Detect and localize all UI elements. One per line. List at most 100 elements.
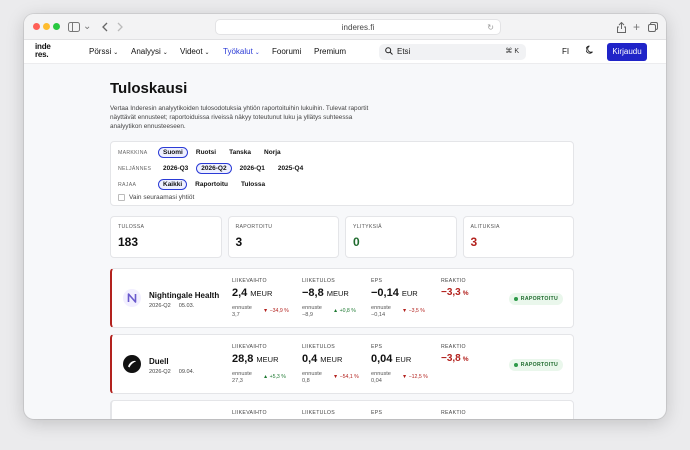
reaction-value: −3,3%: [441, 287, 469, 298]
unit: MEUR: [256, 355, 279, 364]
metric-label: REAKTIO: [441, 344, 466, 350]
filter-label: MARKKINA: [118, 149, 148, 156]
stat-value: 0: [353, 235, 360, 249]
reload-icon[interactable]: ↻: [487, 20, 494, 35]
chip-quarter-2025-q4[interactable]: 2025-Q4: [273, 163, 308, 174]
language-toggle[interactable]: FI: [562, 47, 569, 56]
back-icon[interactable]: [101, 20, 109, 34]
unit: MEUR: [320, 355, 343, 364]
forecast-value: 0,04: [371, 378, 382, 384]
metric-value: 2,4 MEUR: [232, 287, 272, 299]
unit: EUR: [401, 289, 418, 298]
chip-limit-kaikki[interactable]: Kaikki: [158, 179, 188, 190]
company-card-nightingale-health[interactable]: Nightingale Health 2026-Q2 05.03. LIIKEVA…: [110, 268, 574, 328]
forecast-value: 3,7: [232, 312, 240, 318]
company-name[interactable]: Nightingale Health: [149, 291, 219, 300]
browser-window: ⌄ inderes.fi ↻ + inde res. Pörssi ⌄ Analy…: [24, 14, 666, 419]
nav-item-analyysi[interactable]: Analyysi ⌄: [131, 47, 168, 56]
page-title: Tuloskausi: [110, 80, 188, 97]
report-quarter: 2026-Q2: [149, 369, 171, 375]
forecast-value: 27,3: [232, 378, 243, 384]
chevron-down-icon[interactable]: ⌄: [83, 20, 91, 34]
chip-market-norja[interactable]: Norja: [259, 147, 286, 158]
dark-mode-icon[interactable]: [585, 45, 595, 56]
value: 0,4: [302, 353, 318, 365]
nav-item-porssi[interactable]: Pörssi ⌄: [89, 47, 118, 56]
address-bar[interactable]: inderes.fi ↻: [215, 19, 501, 35]
company-name[interactable]: Duell: [149, 357, 169, 366]
minimize-window-icon[interactable]: [43, 23, 50, 30]
metric-ebit: LIIKETULOS 0,4 MEUR ennuste 0,8 ▼ −54,1 %: [302, 344, 359, 384]
maximize-window-icon[interactable]: [53, 23, 60, 30]
chip-limit-raportoitu[interactable]: Raportoitu: [190, 179, 233, 190]
new-tab-icon[interactable]: +: [633, 20, 640, 34]
search-input[interactable]: Etsi ⌘ K: [379, 44, 526, 60]
nav-label: Analyysi: [131, 47, 161, 56]
forward-icon[interactable]: [116, 20, 124, 34]
forecast-value: −8,9: [302, 312, 314, 318]
status-text: RAPORTOITU: [520, 362, 558, 368]
inderes-logo[interactable]: inde res.: [35, 43, 51, 59]
chevron-down-icon: ⌄: [162, 50, 168, 56]
stat-label: YLITYKSIÄ: [353, 224, 382, 230]
value: 2,4: [232, 287, 248, 299]
value: −8,8: [302, 287, 324, 299]
url-text: inderes.fi: [341, 23, 375, 32]
market-filter-row: MARKKINA Suomi Ruotsi Tanska Norja: [118, 147, 289, 158]
stat-label: TULOSSA: [118, 224, 145, 230]
forecast-label: ennuste: [302, 371, 322, 377]
unit: EUR: [395, 355, 412, 364]
chip-limit-tulossa[interactable]: Tulossa: [236, 179, 270, 190]
nav-item-foorumi[interactable]: Foorumi: [272, 47, 301, 56]
metric-ebit: LIIKETULOS −8,8 MEUR ennuste −8,9 ▲ +0,8 %: [302, 278, 356, 318]
metric-forecast: ennuste 0,04: [371, 371, 391, 385]
chip-quarter-2026-q1[interactable]: 2026-Q1: [235, 163, 270, 174]
search-placeholder: Etsi: [397, 47, 411, 56]
forecast-label: ennuste: [371, 371, 391, 377]
value: −0,14: [371, 287, 399, 299]
metric-ebit: LIIKETULOS: [302, 410, 335, 416]
value: −3,3: [441, 287, 461, 298]
unit: %: [462, 290, 469, 297]
followed-only-toggle[interactable]: Vain seuraamasi yhtiöt: [118, 194, 194, 201]
stat-card-raportoitu: RAPORTOITU 3: [227, 216, 339, 258]
report-quarter: 2026-Q2: [149, 303, 171, 309]
forecast-label: ennuste: [232, 305, 252, 311]
stat-value: 3: [470, 235, 478, 249]
chip-quarter-2026-q2[interactable]: 2026-Q2: [196, 163, 232, 174]
company-logo: [123, 289, 141, 307]
nav-item-tyokalut[interactable]: Työkalut ⌄: [223, 47, 260, 56]
logo-text-bottom: res.: [35, 50, 49, 59]
search-icon: [385, 44, 393, 60]
forecast-value: −0,14: [371, 312, 386, 318]
metric-delta: ▼ −12,5 %: [402, 374, 428, 380]
sidebar-icon[interactable]: [68, 20, 80, 34]
login-button[interactable]: Kirjaudu: [607, 43, 647, 61]
metric-forecast: ennuste 3,7: [232, 305, 252, 319]
followed-only-checkbox[interactable]: [118, 194, 125, 201]
metric-label: EPS: [371, 344, 383, 350]
metric-forecast: ennuste −8,9: [302, 305, 322, 319]
company-card-duell[interactable]: Duell 2026-Q2 09.04. LIIKEVAIHTO 28,8 MEUR…: [110, 334, 574, 394]
metric-delta: ▼ −34,9 %: [263, 308, 289, 314]
filter-label: RAJAA: [118, 181, 137, 188]
company-card-partial[interactable]: LIIKEVAIHTO LIIKETULOS EPS REAKTIO: [110, 400, 574, 419]
close-window-icon[interactable]: [33, 23, 40, 30]
status-dot-icon: [513, 362, 518, 367]
chip-market-ruotsi[interactable]: Ruotsi: [191, 147, 221, 158]
chevron-down-icon: ⌄: [204, 50, 210, 56]
nav-item-videot[interactable]: Videot ⌄: [180, 47, 210, 56]
metric-value: −0,14 EUR: [371, 287, 418, 299]
nav-label: Videot: [180, 47, 203, 56]
tabs-icon[interactable]: [648, 20, 658, 34]
share-icon[interactable]: [617, 20, 626, 34]
metric-label: LIIKETULOS: [302, 344, 335, 350]
company-meta: 2026-Q2 05.03.: [149, 303, 202, 309]
stat-card-alituksia: ALITUKSIA 3: [462, 216, 574, 258]
chip-quarter-2026-q3[interactable]: 2026-Q3: [158, 163, 193, 174]
chip-market-suomi[interactable]: Suomi: [158, 147, 188, 158]
nav-item-premium[interactable]: Premium: [314, 47, 346, 56]
chip-market-tanska[interactable]: Tanska: [224, 147, 256, 158]
forecast-value: 0,8: [302, 378, 310, 384]
metric-label: EPS: [371, 410, 383, 416]
